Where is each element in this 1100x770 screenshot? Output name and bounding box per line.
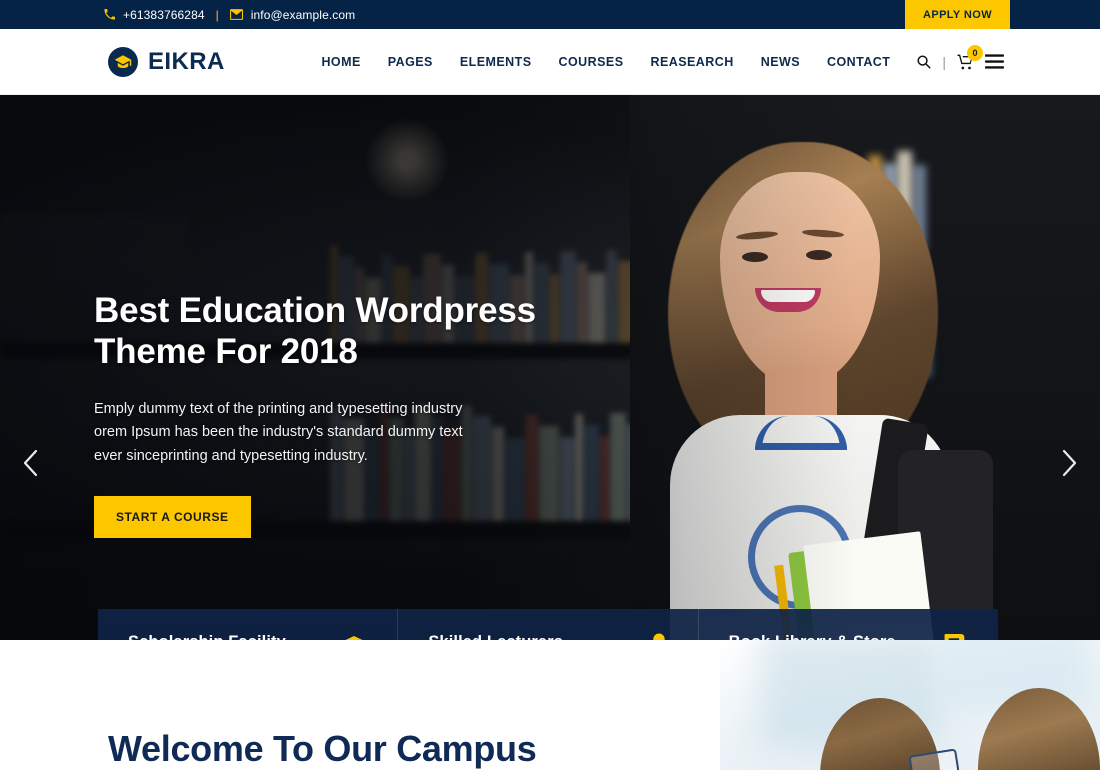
logo-text: EIKRA <box>148 47 225 75</box>
hero-content: Best Education Wordpress Theme For 2018 … <box>94 291 594 539</box>
slider-prev-arrow[interactable] <box>10 444 52 486</box>
hero-title-line-1: Best Education Wordpress <box>94 291 536 330</box>
graduation-cap-icon <box>339 633 369 640</box>
graduation-cap-icon <box>108 46 138 77</box>
book-icon <box>942 633 970 640</box>
nav-item-reasearch[interactable]: REASEARCH <box>650 55 733 69</box>
user-icon <box>648 633 670 640</box>
phone-icon <box>104 9 115 20</box>
nav-item-news[interactable]: NEWS <box>761 55 800 69</box>
cart-count-badge: 0 <box>967 44 983 61</box>
site-header: EIKRA HOME PAGES ELEMENTS COURSES REASEA… <box>0 29 1100 95</box>
feature-title: Skilled Lecturers <box>428 633 667 640</box>
hero-subtitle: Emply dummy text of the printing and typ… <box>94 400 463 464</box>
topbar-contact-group: +61383766284 | info@example.com <box>0 8 355 22</box>
email-address: info@example.com <box>250 7 356 22</box>
hero-slider: Best Education Wordpress Theme For 2018 … <box>0 95 1100 640</box>
header-icon-group: | 0 <box>916 44 1004 70</box>
nav-item-home[interactable]: HOME <box>321 55 360 69</box>
nav-item-pages[interactable]: PAGES <box>388 55 433 69</box>
apply-now-button[interactable]: APPLY NOW <box>904 0 1010 29</box>
email-contact[interactable]: info@example.com <box>229 7 356 22</box>
hamburger-menu-icon[interactable] <box>985 54 1004 69</box>
nav-item-courses[interactable]: COURSES <box>559 55 624 69</box>
chevron-left-icon <box>21 448 41 483</box>
hero-title: Best Education Wordpress Theme For 2018 <box>94 291 594 373</box>
search-icon[interactable] <box>916 54 931 69</box>
topbar-separator: | <box>215 7 219 22</box>
header-icon-divider: | <box>942 53 946 70</box>
feature-card-scholarship-facility[interactable]: Scholarship Facility Eimply dummy text p… <box>98 609 398 640</box>
feature-card-skilled-lecturers[interactable]: Skilled Lecturers Eimply dummy text prin… <box>397 609 698 640</box>
feature-title: Book Library & Store <box>729 633 968 640</box>
site-logo[interactable]: EIKRA <box>108 46 225 77</box>
top-contact-bar: +61383766284 | info@example.com APPLY NO… <box>0 0 1100 29</box>
welcome-section: Welcome To Our Campus <box>0 640 1100 770</box>
welcome-title: Welcome To Our Campus <box>108 728 537 769</box>
nav-item-contact[interactable]: CONTACT <box>827 55 890 69</box>
slider-next-arrow[interactable] <box>1048 444 1090 486</box>
shopping-cart-icon[interactable]: 0 <box>957 44 983 70</box>
feature-title: Scholarship Facility <box>128 633 367 640</box>
feature-card-book-library-store[interactable]: Book Library & Store Eimply dummy text p… <box>697 609 998 640</box>
phone-contact[interactable]: +61383766284 <box>104 8 205 22</box>
hero-title-line-2: Theme For 2018 <box>94 331 358 371</box>
main-navigation: HOME PAGES ELEMENTS COURSES REASEARCH NE… <box>321 55 890 69</box>
envelope-icon <box>229 9 243 20</box>
phone-number: +61383766284 <box>123 7 205 22</box>
start-a-course-button[interactable]: START A COURSE <box>94 496 251 539</box>
feature-cards: Scholarship Facility Eimply dummy text p… <box>98 609 998 640</box>
welcome-photo <box>720 640 1100 770</box>
chevron-right-icon <box>1059 448 1079 483</box>
nav-item-elements[interactable]: ELEMENTS <box>460 55 532 69</box>
